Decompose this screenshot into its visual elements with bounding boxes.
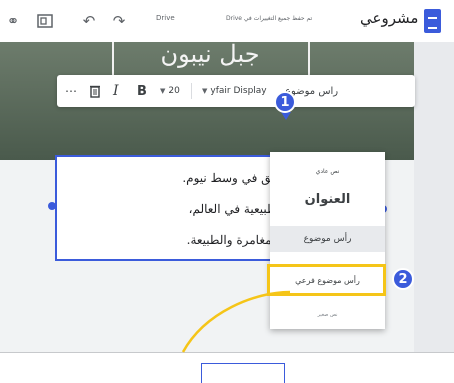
- dropdown-item-small-text[interactable]: نص صغير: [270, 302, 385, 328]
- undo-icon[interactable]: ↶: [80, 12, 98, 30]
- document-title[interactable]: مشروعي: [360, 9, 418, 27]
- chevron-down-icon: ▼: [160, 87, 166, 95]
- highlight-box: [267, 264, 386, 296]
- sites-logo-icon: [424, 9, 441, 33]
- callout-badge: 1: [274, 91, 296, 113]
- font-size-select[interactable]: ▼ 20: [157, 82, 180, 100]
- dropdown-item-title[interactable]: العنوان: [270, 186, 385, 212]
- resize-handle-left[interactable]: [48, 202, 56, 210]
- delete-icon[interactable]: [89, 82, 101, 100]
- top-bar: ⚭ ↶ ↷ Drive تم حفظ جميع التغييرات في Dri…: [0, 0, 454, 42]
- bold-button[interactable]: B: [137, 82, 147, 100]
- text-format-toolbar: ⋯ I B ▼ 20 ▼ yfair Display راس موضوع: [57, 75, 415, 107]
- redo-icon[interactable]: ↷: [110, 12, 128, 30]
- font-family-value: yfair Display: [210, 86, 267, 96]
- text-style-dropdown: نص عادي العنوان رأس موضوع رأس موضوع فرعي…: [270, 152, 385, 329]
- divider: [191, 83, 192, 99]
- drive-label: Drive: [156, 14, 175, 22]
- saved-status: تم حفظ جميع التغييرات في Drive: [226, 15, 313, 22]
- callout-badge: 2: [392, 268, 414, 290]
- chevron-down-icon: ▼: [202, 87, 208, 95]
- hero-title: جبل نيبون: [160, 42, 260, 68]
- side-panel: [414, 42, 454, 352]
- dropdown-item-normal-text[interactable]: نص عادي: [270, 158, 385, 184]
- italic-button[interactable]: I: [113, 82, 119, 100]
- font-family-select[interactable]: ▼ yfair Display: [199, 82, 267, 100]
- link-icon[interactable]: ⚭: [4, 12, 22, 30]
- font-size-value: 20: [168, 86, 180, 96]
- dropdown-item-heading[interactable]: رأس موضوع: [270, 226, 385, 252]
- new-section-placeholder[interactable]: [201, 363, 285, 383]
- more-options-button[interactable]: ⋯: [65, 82, 78, 100]
- preview-icon[interactable]: [36, 12, 54, 30]
- callout-pointer: [281, 112, 291, 120]
